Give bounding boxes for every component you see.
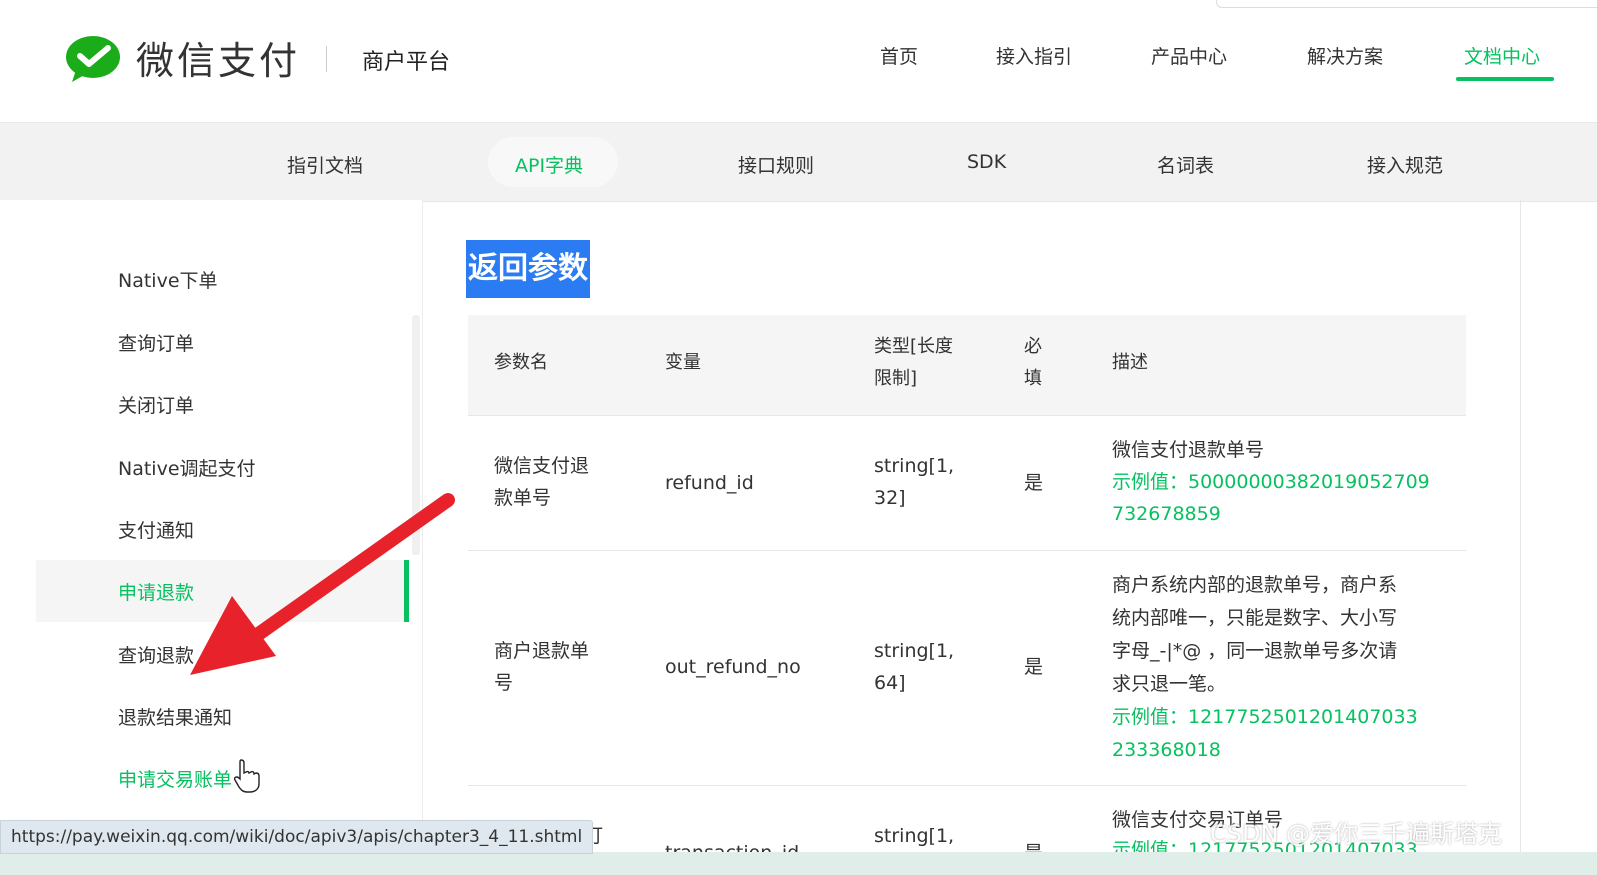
th-type: 类型[长度 xyxy=(874,336,954,357)
subnav-sdk[interactable]: SDK xyxy=(967,151,1006,173)
cell-example-line2: 233368018 xyxy=(1112,739,1221,761)
topnav-solutions[interactable]: 解决方案 xyxy=(1307,42,1383,69)
cell-type: string[1, xyxy=(874,455,955,477)
brand-name: 微信支付 xyxy=(136,39,301,83)
section-title: 返回参数 xyxy=(466,240,590,298)
page-footer-strip xyxy=(0,852,1597,875)
api-sidebar: Native下单 查询订单 关闭订单 Native调起支付 支付通知 申请退款 … xyxy=(0,200,423,875)
sidebar-item-native-order[interactable]: Native下单 xyxy=(118,266,218,293)
topnav-guide[interactable]: 接入指引 xyxy=(996,42,1072,69)
cell-type-line2: 32] xyxy=(874,487,906,509)
cell-example: 示例值：50000000382019052709 xyxy=(1112,471,1430,493)
topnav-active-indicator xyxy=(1456,77,1554,81)
sidebar-item-query-refund[interactable]: 查询退款 xyxy=(118,641,194,668)
th-required: 必 xyxy=(1024,336,1042,357)
cell-param-name-line2: 款单号 xyxy=(494,487,552,509)
subnav-access-spec[interactable]: 接入规范 xyxy=(1367,151,1443,178)
cell-description-line3: 字母_-|*@ ，同一退款单号多次请 xyxy=(1112,640,1398,662)
subnav-api-rules[interactable]: 接口规则 xyxy=(738,151,814,178)
table-header: 参数名 变量 类型[长度 限制] 必 填 描述 xyxy=(468,315,1466,416)
sidebar-scrollbar[interactable] xyxy=(412,315,420,555)
topnav-home[interactable]: 首页 xyxy=(880,42,918,69)
cell-example-line2: 732678859 xyxy=(1112,503,1221,525)
subnav-guide-docs[interactable]: 指引文档 xyxy=(287,151,363,178)
brand-divider xyxy=(326,46,327,72)
cell-description-line4: 求只退一笔。 xyxy=(1112,673,1227,695)
sidebar-active-background xyxy=(36,560,408,622)
platform-name: 商户平台 xyxy=(362,50,451,75)
cell-type-line2: 64] xyxy=(874,672,906,694)
th-param-name: 参数名 xyxy=(494,352,548,373)
sidebar-item-query-order[interactable]: 查询订单 xyxy=(118,329,194,356)
wechat-pay-logo-icon xyxy=(66,36,120,82)
watermark: CSDN @爱你三千遍斯塔克 xyxy=(1210,820,1503,848)
subnav-api-dictionary[interactable]: API字典 xyxy=(515,151,583,178)
cell-param-name-line2: 号 xyxy=(494,672,514,694)
cell-description: 微信支付退款单号 xyxy=(1112,439,1265,461)
th-required-line2: 填 xyxy=(1024,368,1042,389)
sidebar-item-apply-refund[interactable]: 申请退款 xyxy=(118,578,194,605)
cell-description-line2: 统内部唯一，只能是数字、大小写 xyxy=(1112,607,1398,629)
cell-type: string[1, xyxy=(874,825,955,847)
hand-cursor-icon xyxy=(233,759,260,793)
sidebar-active-indicator xyxy=(404,560,409,622)
th-description: 描述 xyxy=(1112,352,1148,373)
sidebar-item-close-order[interactable]: 关闭订单 xyxy=(118,391,194,418)
sidebar-item-pay-notify[interactable]: 支付通知 xyxy=(118,516,194,543)
cell-example: 示例值：1217752501201407033 xyxy=(1112,706,1418,728)
sub-navigation: 指引文档 API字典 接口规则 SDK 名词表 接入规范 xyxy=(0,122,1597,202)
cell-description: 商户系统内部的退款单号，商户系 xyxy=(1112,574,1398,596)
cell-required: 是 xyxy=(1024,656,1044,678)
topnav-products[interactable]: 产品中心 xyxy=(1151,42,1227,69)
top-header: 微信支付 商户平台 首页 接入指引 产品中心 解决方案 文档中心 xyxy=(0,0,1597,122)
subnav-glossary[interactable]: 名词表 xyxy=(1157,151,1214,178)
topnav-docs[interactable]: 文档中心 xyxy=(1464,42,1540,69)
sidebar-item-refund-result-notify[interactable]: 退款结果通知 xyxy=(118,703,232,730)
cell-required: 是 xyxy=(1024,472,1044,494)
cell-variable: refund_id xyxy=(665,472,754,494)
cell-type: string[1, xyxy=(874,640,955,662)
content-right-border xyxy=(1520,200,1521,875)
sidebar-item-native-invoke-pay[interactable]: Native调起支付 xyxy=(118,454,256,481)
cell-param-name: 商户退款单 xyxy=(494,640,590,662)
row-divider xyxy=(468,785,1466,786)
link-status-bar: https://pay.weixin.qq.com/wiki/doc/apiv3… xyxy=(0,820,594,854)
popup-edge xyxy=(1216,0,1597,8)
row-divider xyxy=(468,550,1466,551)
cell-variable: out_refund_no xyxy=(665,656,801,678)
th-type-line2: 限制] xyxy=(874,368,918,389)
th-variable: 变量 xyxy=(665,352,701,373)
sidebar-item-apply-trade-bill[interactable]: 申请交易账单 xyxy=(118,765,232,792)
cell-param-name: 微信支付退 xyxy=(494,455,590,477)
